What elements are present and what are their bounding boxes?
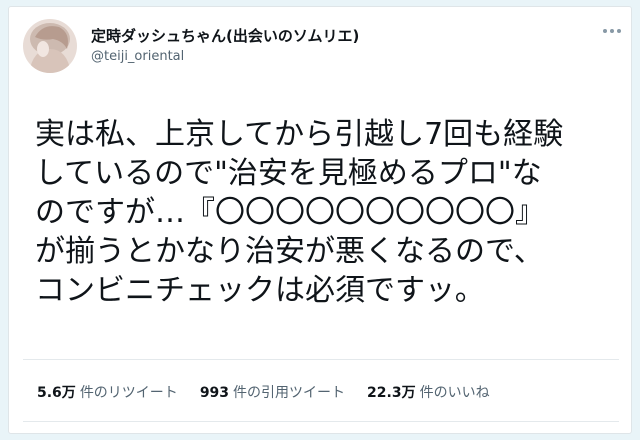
- divider: [23, 421, 619, 422]
- avatar[interactable]: [23, 19, 77, 73]
- quote-tweet-count-value: 993: [199, 385, 230, 401]
- like-count-value: 22.3万: [367, 385, 416, 401]
- more-options-button[interactable]: [601, 21, 623, 41]
- quote-tweet-count[interactable]: 993 件の引用ツイート: [200, 382, 345, 402]
- tweet-text-line: 実は私、上京してから引越し7回も経験: [35, 117, 564, 152]
- author-handle[interactable]: @teiji_oriental: [91, 49, 184, 64]
- engagement-stats: 5.6万 件のリツイート 993 件の引用ツイート 22.3万 件のいいね: [37, 381, 512, 403]
- like-count-label: 件のいいね: [419, 385, 490, 401]
- retweet-count-value: 5.6万: [37, 385, 76, 401]
- tweet-text: 実は私、上京してから引越し7回も経験 しているので"治安を見極めるプロ"な ので…: [35, 115, 615, 310]
- quote-tweet-count-label: 件の引用ツイート: [233, 385, 346, 401]
- tweet-text-line: コンビニチェックは必須ですッ。: [35, 273, 485, 308]
- tweet-text-line: のですが…『〇〇〇〇〇〇〇〇〇〇』: [35, 195, 545, 230]
- tweet-card: 定時ダッシュちゃん(出会いのソムリエ) @teiji_oriental 実は私、…: [8, 6, 632, 434]
- tweet-text-line: が揃うとかなり治安が悪くなるので、: [35, 234, 544, 269]
- tweet-text-line: しているので"治安を見極めるプロ"な: [35, 156, 542, 191]
- like-count[interactable]: 22.3万 件のいいね: [367, 382, 490, 402]
- avatar-image: [23, 19, 77, 73]
- retweet-count-label: 件のリツイート: [79, 385, 178, 401]
- retweet-count[interactable]: 5.6万 件のリツイート: [37, 382, 178, 402]
- more-horizontal-icon: [603, 29, 621, 33]
- divider: [23, 359, 619, 360]
- author-display-name[interactable]: 定時ダッシュちゃん(出会いのソムリエ): [91, 25, 359, 46]
